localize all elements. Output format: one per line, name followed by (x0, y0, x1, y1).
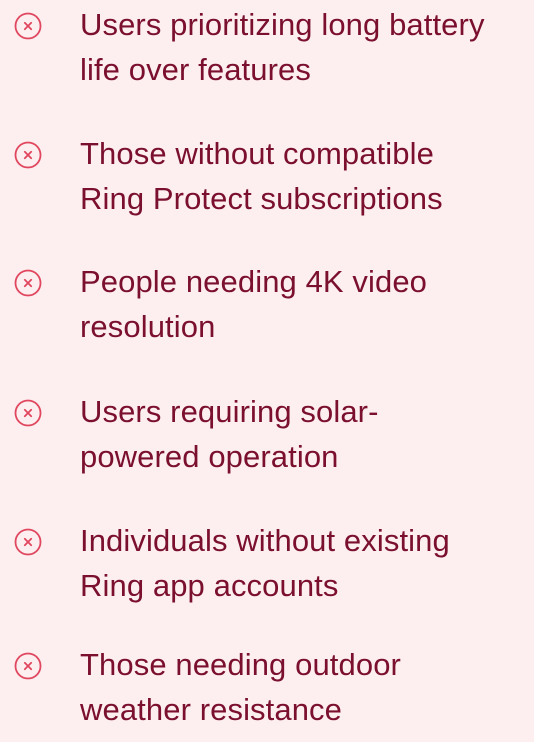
list-item-line: Ring app accounts (80, 568, 339, 603)
list-item-line: Those without compatible (80, 136, 434, 171)
close-circle-icon (13, 11, 43, 41)
list-item-line: resolution (80, 309, 216, 344)
close-circle-icon (13, 140, 43, 170)
list-item: People needing 4K video resolution (0, 259, 534, 359)
close-circle-icon (13, 651, 43, 681)
list-item-line: powered operation (80, 439, 339, 474)
list-item-text: Users prioritizing long battery life ove… (80, 2, 530, 92)
close-circle-icon (13, 527, 43, 557)
list-item-line: Users requiring solar- (80, 394, 379, 429)
list-item-line: Users prioritizing long battery (80, 7, 485, 42)
list-item: Users prioritizing long battery life ove… (0, 2, 534, 102)
list-item-line: Those needing outdoor (80, 647, 401, 682)
list-item-text: Those needing outdoor weather resistance (80, 642, 530, 732)
list-item-text: Those without compatible Ring Protect su… (80, 131, 530, 221)
list-item: Users requiring solar- powered operation (0, 389, 534, 489)
list-item-line: Individuals without existing (80, 523, 450, 558)
list-item-text: People needing 4K video resolution (80, 259, 530, 349)
not-recommended-list: Users prioritizing long battery life ove… (0, 0, 534, 727)
list-item-line: People needing 4K video (80, 264, 428, 299)
list-item-line: life over features (80, 52, 311, 87)
list-item: Individuals without existing Ring app ac… (0, 518, 534, 618)
list-item-text: Individuals without existing Ring app ac… (80, 518, 530, 608)
list-item-text: Users requiring solar- powered operation (80, 389, 530, 479)
list-item-line: weather resistance (80, 692, 342, 727)
list-item-line: Ring Protect subscriptions (80, 181, 443, 216)
close-circle-icon (13, 398, 43, 428)
close-circle-icon (13, 268, 43, 298)
list-item: Those needing outdoor weather resistance (0, 642, 534, 742)
list-item: Those without compatible Ring Protect su… (0, 131, 534, 231)
